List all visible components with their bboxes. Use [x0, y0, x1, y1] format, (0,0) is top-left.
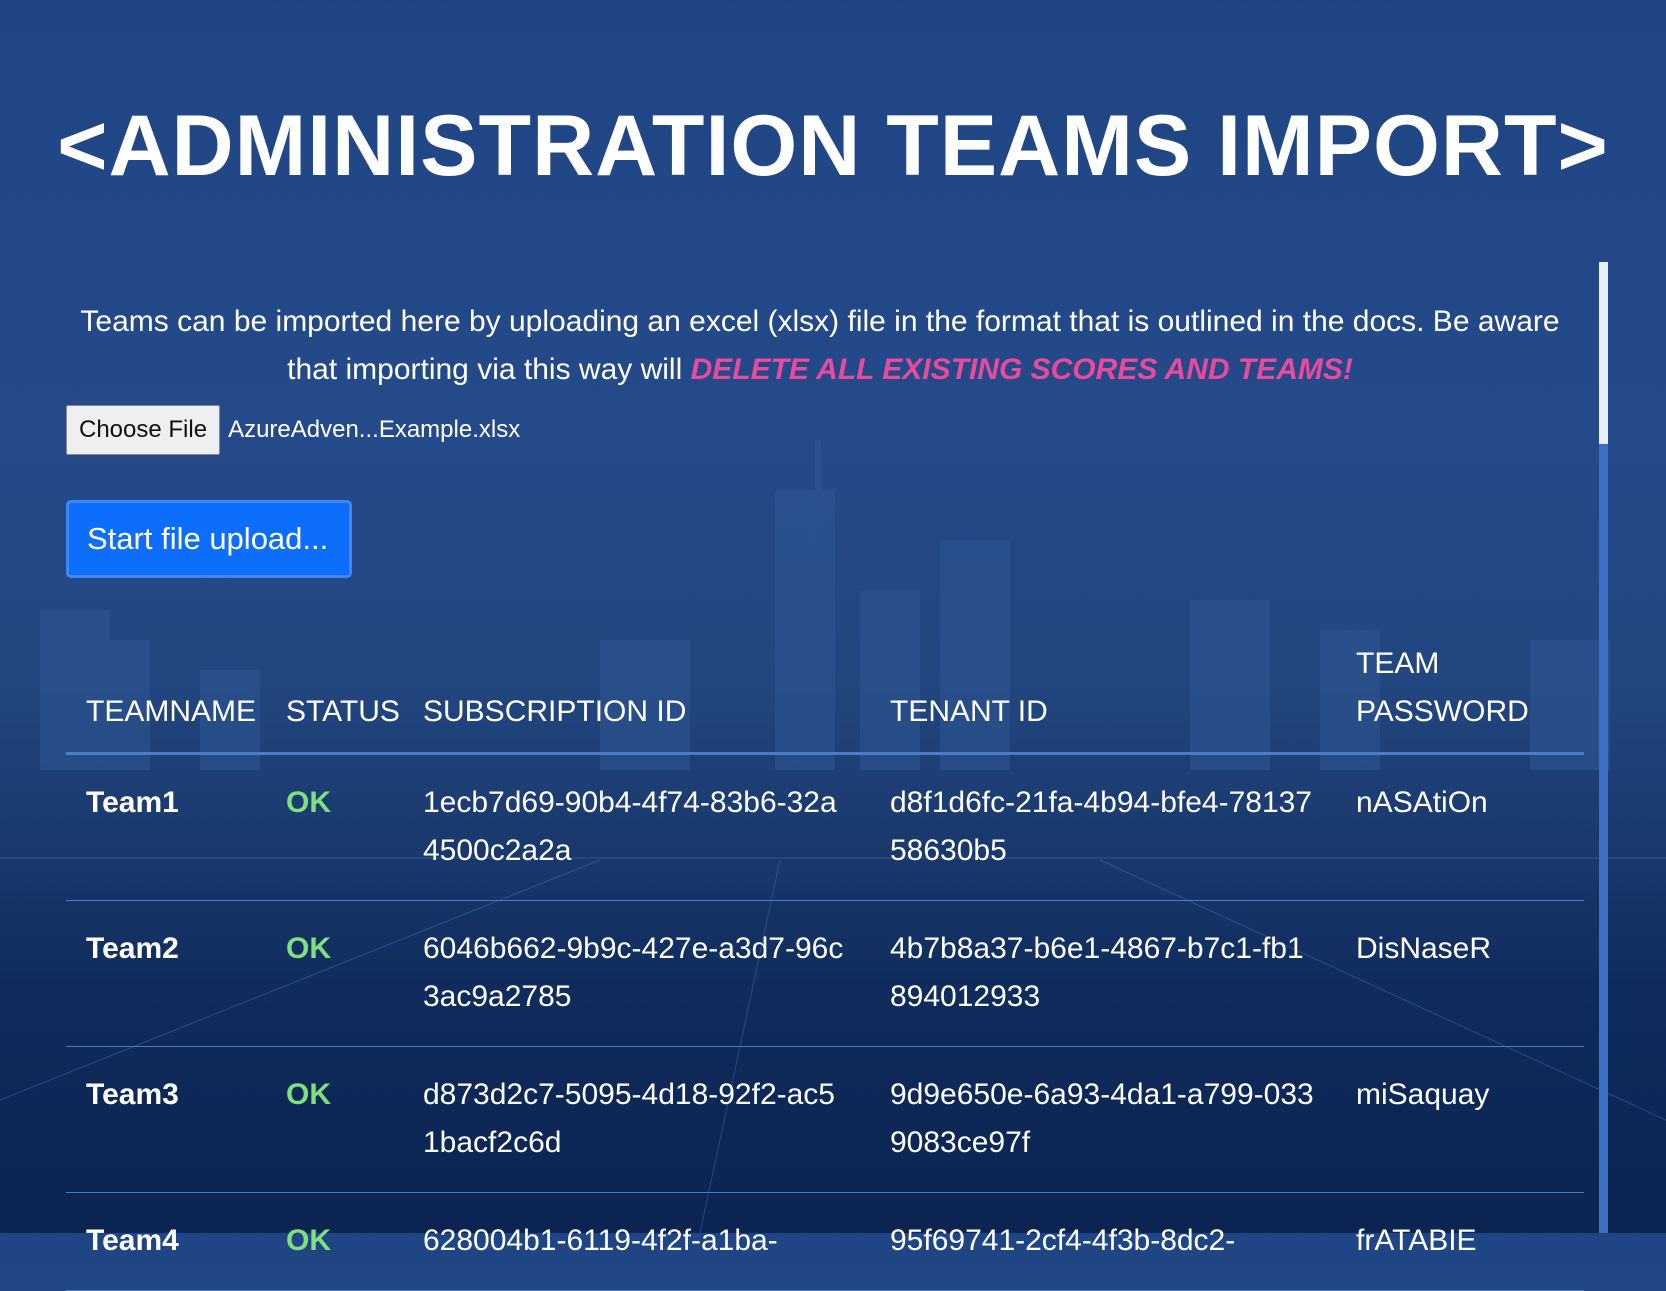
- delete-warning: DELETE ALL EXISTING SCORES AND TEAMS!: [690, 353, 1353, 386]
- table-header-row: TEAMNAME STATUS SUBSCRIPTION ID TENANT I…: [66, 640, 1584, 755]
- status-ok: OK: [266, 900, 403, 1047]
- team-password: miSaquay: [1336, 1046, 1584, 1193]
- tenant-id: 95f69741-2cf4-4f3b-8dc2-: [870, 1192, 1336, 1291]
- team-password: frATABIE: [1336, 1192, 1584, 1291]
- vertical-scrollbar[interactable]: [1599, 262, 1608, 1233]
- tenant-id: 9d9e650e-6a93-4da1-a799-0339083ce97f: [870, 1046, 1336, 1193]
- subscription-id: 1ecb7d69-90b4-4f74-83b6-32a4500c2a2a: [403, 753, 870, 901]
- table-row: Team1 OK 1ecb7d69-90b4-4f74-83b6-32a4500…: [66, 753, 1584, 901]
- table-row: Team4 OK 628004b1-6119-4f2f-a1ba- 95f697…: [66, 1192, 1584, 1291]
- team-name: Team1: [66, 753, 266, 901]
- file-input[interactable]: Choose File AzureAdven...Example.xlsx: [66, 405, 521, 455]
- header-teamname: TEAMNAME: [66, 640, 266, 755]
- team-password: DisNaseR: [1336, 900, 1584, 1047]
- table-row: Team3 OK d873d2c7-5095-4d18-92f2-ac51bac…: [66, 1046, 1584, 1193]
- start-file-upload-button[interactable]: Start file upload...: [66, 500, 352, 578]
- scrollbar-thumb[interactable]: [1599, 262, 1608, 444]
- tenant-id: d8f1d6fc-21fa-4b94-bfe4-7813758630b5: [870, 753, 1336, 901]
- team-name: Team4: [66, 1192, 266, 1291]
- status-ok: OK: [266, 1046, 403, 1193]
- selected-file-name: AzureAdven...Example.xlsx: [228, 416, 521, 443]
- header-tenant-id: TENANT ID: [870, 640, 1336, 755]
- subscription-id: 628004b1-6119-4f2f-a1ba-: [403, 1192, 870, 1291]
- choose-file-button[interactable]: Choose File: [66, 405, 221, 455]
- subscription-id: 6046b662-9b9c-427e-a3d7-96c3ac9a2785: [403, 900, 870, 1047]
- tenant-id: 4b7b8a37-b6e1-4867-b7c1-fb1894012933: [870, 900, 1336, 1047]
- intro-text: Teams can be imported here by uploading …: [80, 298, 1560, 394]
- status-ok: OK: [266, 1192, 403, 1291]
- header-status: STATUS: [266, 640, 403, 755]
- table-row: Team2 OK 6046b662-9b9c-427e-a3d7-96c3ac9…: [66, 900, 1584, 1047]
- header-subscription-id: SUBSCRIPTION ID: [403, 640, 870, 755]
- header-team-password: TEAM PASSWORD: [1336, 640, 1584, 755]
- team-name: Team3: [66, 1046, 266, 1193]
- page-title: <ADMINISTRATION TEAMS IMPORT>: [57, 97, 1609, 194]
- team-password: nASAtiOn: [1336, 753, 1584, 901]
- teams-table: TEAMNAME STATUS SUBSCRIPTION ID TENANT I…: [66, 640, 1584, 1291]
- status-ok: OK: [266, 753, 403, 901]
- page-container: <ADMINISTRATION TEAMS IMPORT> Teams can …: [0, 0, 1666, 1291]
- subscription-id: d873d2c7-5095-4d18-92f2-ac51bacf2c6d: [403, 1046, 870, 1193]
- team-name: Team2: [66, 900, 266, 1047]
